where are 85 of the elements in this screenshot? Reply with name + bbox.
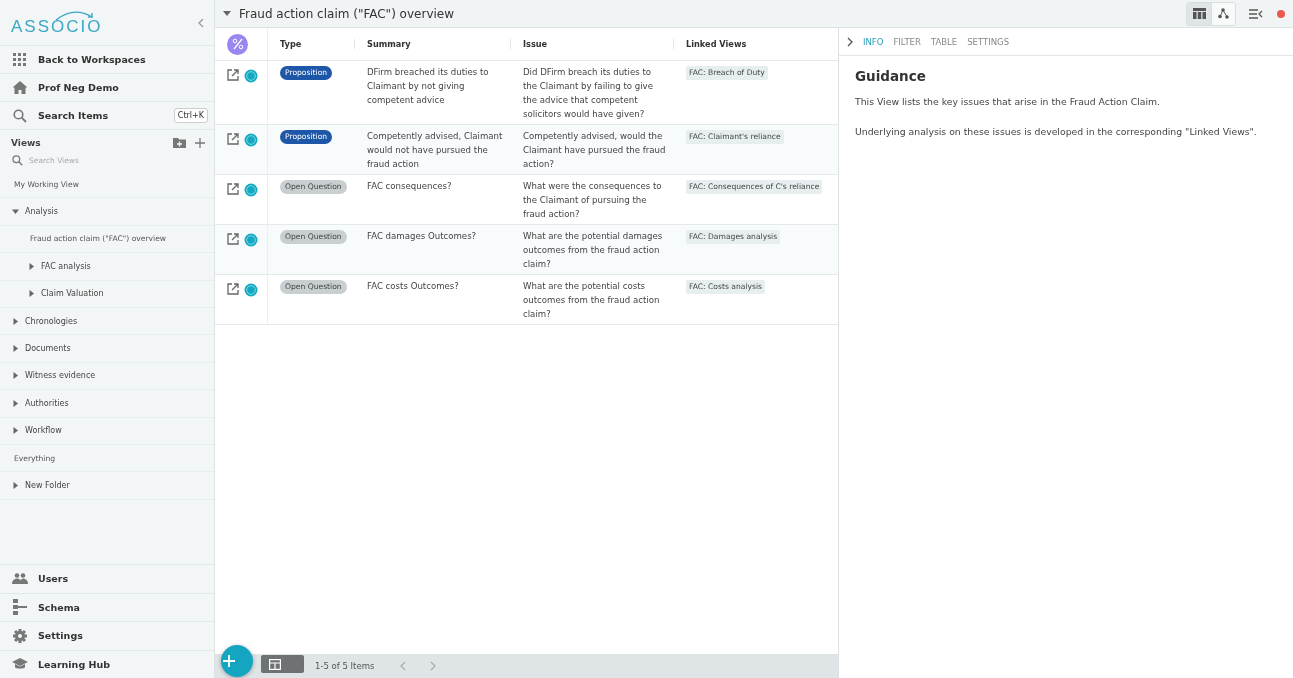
table-icon [1192, 8, 1206, 19]
schema-icon [12, 599, 28, 616]
column-header[interactable]: Issue [523, 39, 548, 49]
table-cell: FAC consequences? [367, 181, 452, 191]
folder-item[interactable]: Chronologies [25, 316, 78, 326]
folder-item[interactable]: Authorities [25, 398, 69, 408]
layout-button[interactable] [261, 655, 304, 673]
column-header[interactable]: Linked Views [686, 39, 747, 49]
nav-item[interactable]: Schema [38, 601, 208, 613]
panel-tab[interactable]: SETTINGS [967, 36, 1010, 47]
status-icon [244, 183, 258, 197]
folder-item[interactable]: FAC analysis [41, 261, 91, 271]
table-cell: FAC costs Outcomes? [367, 281, 459, 291]
status-icon [244, 133, 258, 147]
nav-item[interactable]: Learning Hub [38, 658, 208, 670]
caret-icon[interactable] [28, 290, 35, 298]
table-cell: What are the potential damages outcomes from the fraud action claim? [523, 231, 663, 269]
status-icon [244, 233, 258, 247]
caret-icon[interactable] [12, 482, 19, 489]
grid-icon [12, 52, 28, 67]
percent-icon [231, 38, 244, 50]
table-cell: FAC damages Outcomes? [367, 231, 477, 241]
folder-item[interactable]: Witness evidence [25, 371, 96, 381]
nav-item[interactable]: Prof Neg Demo [38, 82, 208, 93]
table-cell: Competently advised, would the Claimant have pursued the fraud action? [523, 131, 666, 169]
table-cell: Competently advised, Claimant would not have pursued the fraud action [367, 131, 503, 169]
graduation-cap-icon [12, 658, 28, 671]
collapse-icon[interactable] [198, 17, 204, 28]
caret-icon[interactable] [223, 10, 231, 17]
new-folder-icon[interactable] [173, 138, 186, 148]
users-icon [12, 573, 28, 585]
guidance-paragraph: This View lists the key issues that arise in the Fraud Action Claim. [855, 96, 1162, 107]
table-cell: DFirm breached its duties to Claimant by not giving competent advice [367, 67, 489, 105]
add-button[interactable] [221, 645, 253, 677]
panel-tab[interactable]: FILTER [893, 36, 921, 47]
guidance-paragraph: Underlying analysis on these issues is developed in the corresponding "Linked Views". [855, 126, 1258, 137]
nav-item[interactable]: Settings [38, 630, 208, 642]
nav-item[interactable]: Back to Workspaces [38, 54, 208, 65]
percent-button[interactable] [227, 33, 248, 55]
panel-tab[interactable]: TABLE [930, 36, 958, 47]
caret-icon[interactable] [12, 399, 19, 407]
add-icon[interactable] [195, 138, 205, 148]
caret-icon[interactable] [12, 372, 19, 380]
pagination-text: 1-5 of 5 Items [315, 661, 375, 671]
status-icon [244, 283, 258, 297]
views-heading: Views [11, 138, 42, 148]
table-cell: What were the consequences to the Claimant of pursuing the fraud action? [523, 181, 662, 219]
add-icon [223, 655, 235, 667]
nav-item[interactable]: Search Items [38, 110, 174, 121]
folder-item[interactable]: Workflow [25, 426, 62, 436]
layout-icon [268, 658, 281, 670]
folder-item[interactable]: Claim Valuation [41, 289, 104, 299]
column-header[interactable]: Type [280, 39, 302, 49]
caret-icon[interactable] [12, 345, 19, 353]
table-cell: Did DFirm breach its duties to the Claimant by failing to give the advice that competent solicitors would have given? [523, 67, 653, 119]
nav-item[interactable]: Users [38, 573, 208, 585]
caret-icon[interactable] [12, 427, 19, 435]
logo: ASSOCIO [11, 8, 103, 37]
view-title: Fraud action claim ("FAC") overview [239, 6, 454, 21]
status-icon [244, 69, 258, 83]
folder-item[interactable]: Analysis [25, 207, 58, 217]
shortcut-key: Ctrl+K [173, 108, 208, 123]
graph-icon [1218, 8, 1229, 19]
search-icon [12, 108, 28, 123]
open-icon[interactable] [227, 233, 239, 245]
folder-item[interactable]: New Folder [25, 481, 70, 490]
caret-icon[interactable] [28, 262, 35, 270]
panel-toggle-icon[interactable] [1249, 8, 1263, 19]
status-dot [1277, 9, 1285, 18]
open-icon[interactable] [227, 283, 239, 295]
folder-item[interactable]: Documents [25, 344, 71, 354]
chevron-right-icon[interactable] [847, 36, 853, 47]
open-icon[interactable] [227, 183, 239, 195]
panel-heading: Guidance [855, 68, 927, 84]
table-cell: What are the potential costs outcomes from the fraud action claim? [523, 281, 660, 319]
search-icon [12, 155, 23, 166]
open-icon[interactable] [227, 133, 239, 145]
home-icon [12, 81, 28, 94]
settings-icon [12, 628, 28, 643]
table-view-button[interactable] [1187, 2, 1211, 25]
open-icon[interactable] [227, 69, 239, 81]
caret-icon[interactable] [12, 317, 19, 325]
caret-icon[interactable] [12, 208, 19, 216]
column-header[interactable]: Summary [367, 39, 411, 49]
graph-view-button[interactable] [1211, 2, 1235, 25]
